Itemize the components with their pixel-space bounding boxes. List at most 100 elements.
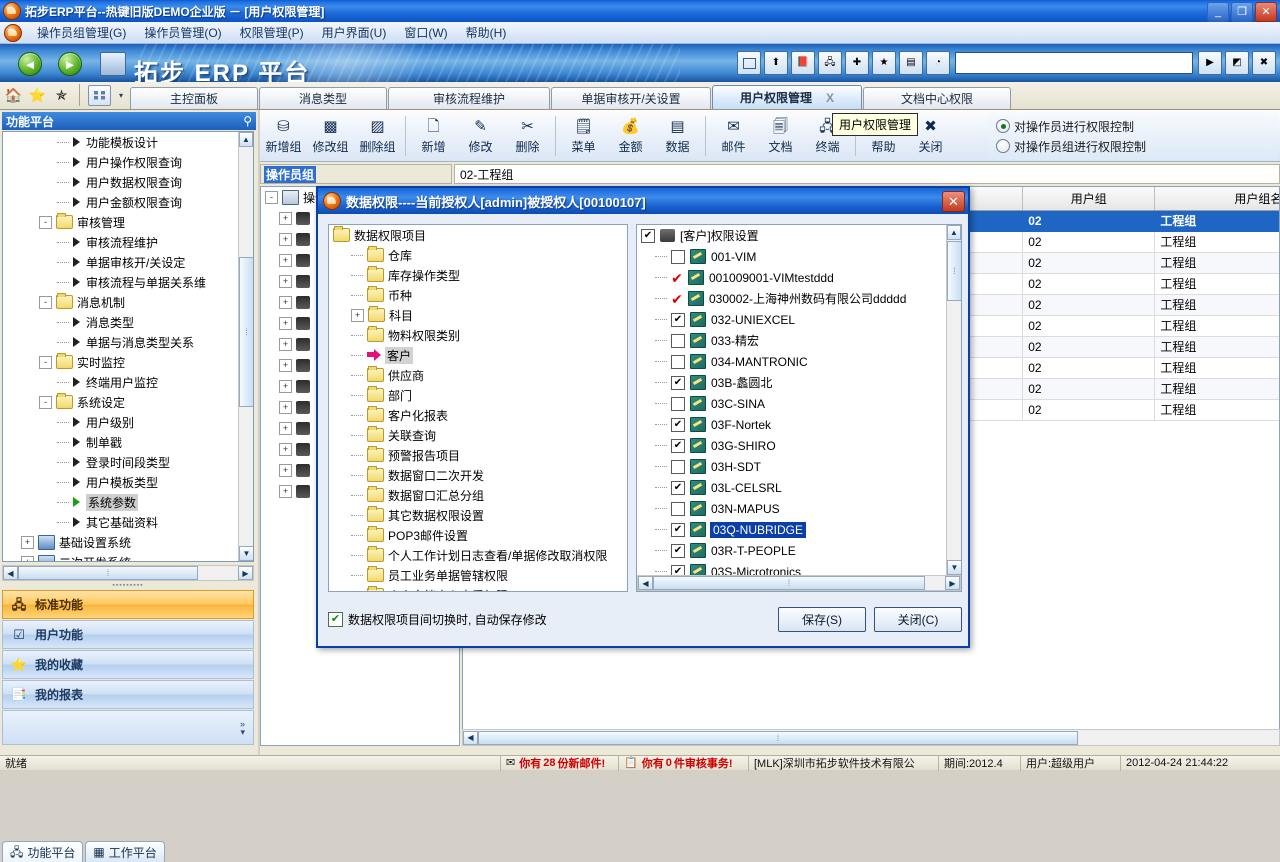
checkbox-icon[interactable]: ✔ <box>671 481 685 495</box>
permission-list-item[interactable]: ✔03G-SHIRO <box>637 435 945 456</box>
tree-node[interactable]: 用户操作权限查询 <box>3 152 239 172</box>
ribbon-button-删除组[interactable]: ▨删除组 <box>354 112 401 160</box>
permission-list-vscrollbar[interactable]: ▲ ⁞ ▼ <box>946 225 961 575</box>
expander-icon[interactable]: - <box>39 216 52 229</box>
permission-list-item[interactable]: ✔03F-Nortek <box>637 414 945 435</box>
ribbon-button-邮件[interactable]: ✉邮件 <box>710 112 757 160</box>
book-icon[interactable]: 📕 <box>791 51 815 75</box>
function-tree-vscrollbar[interactable]: ▲ ⁞ ▼ <box>238 132 253 561</box>
function-tree[interactable]: 功能模板设计用户操作权限查询用户数据权限查询用户金额权限查询-审核管理审核流程维… <box>2 131 254 562</box>
tree-node[interactable]: -系统设定 <box>3 392 239 412</box>
scroll-left-icon[interactable]: ◀ <box>3 566 18 580</box>
scroll-up-icon[interactable]: ▲ <box>947 225 961 240</box>
permission-item-node[interactable]: 物料权限类别 <box>329 325 627 345</box>
tree-node[interactable]: 用户级别 <box>3 412 239 432</box>
expander-icon[interactable]: + <box>279 485 292 498</box>
scroll-down-icon[interactable]: ▼ <box>947 560 962 575</box>
tree-node[interactable]: +二次开发系统 <box>3 552 239 562</box>
ribbon-button-新增组[interactable]: ⛁新增组 <box>260 112 307 160</box>
hscroll-thumb[interactable]: ⁞ <box>653 576 925 590</box>
ribbon-button-金额[interactable]: 💰金额 <box>607 112 654 160</box>
expander-icon[interactable]: + <box>21 556 34 563</box>
permission-item-node[interactable]: +科目 <box>329 305 627 325</box>
permission-list-item[interactable]: ✔03R-T-PEOPLE <box>637 540 945 561</box>
expander-icon[interactable]: + <box>279 296 292 309</box>
tree-node[interactable]: 用户模板类型 <box>3 472 239 492</box>
bottom-tab-function-platform[interactable]: 🖧 功能平台 <box>2 841 83 862</box>
tab-bill-audit-switch[interactable]: 单据审核开/关设置 <box>551 87 711 109</box>
ribbon-button-菜单[interactable]: 🗒菜单 <box>560 112 607 160</box>
chevron-down-icon[interactable]: ▾ <box>116 91 126 100</box>
star-icon[interactable]: ★ <box>872 51 896 75</box>
permission-item-node[interactable]: 部门 <box>329 385 627 405</box>
permission-settings-list[interactable]: ✔[客户]权限设置001-VIM✔001009001-VIMtestddd✔03… <box>636 224 962 592</box>
sidebar-item-user-functions[interactable]: ☑ 用户功能 <box>2 620 254 649</box>
tree-node[interactable]: 用户金额权限查询 <box>3 192 239 212</box>
tab-close-icon[interactable]: X <box>826 91 834 105</box>
permission-list-item[interactable]: ✔03B-蠡圆北 <box>637 372 945 393</box>
radio-operator-control[interactable]: 对操作员进行权限控制 <box>996 118 1278 135</box>
menu-item-help[interactable]: 帮助(H) <box>457 22 516 43</box>
sidebar-more-button[interactable]: » ▾ <box>2 710 254 745</box>
add-page-icon[interactable]: ✚ <box>845 51 869 75</box>
tree-node[interactable]: 单据与消息类型关系 <box>3 332 239 352</box>
permission-list-item[interactable]: 001-VIM <box>637 246 945 267</box>
play-icon[interactable]: ▶ <box>1198 51 1222 75</box>
tab-audit-flow[interactable]: 审核流程维护 <box>388 87 550 109</box>
ribbon-button-修改组[interactable]: ▩修改组 <box>307 112 354 160</box>
tree-node[interactable]: 单据审核开/关设定 <box>3 252 239 272</box>
menu-item-permission[interactable]: 权限管理(P) <box>231 22 313 43</box>
scroll-right-icon[interactable]: ▶ <box>945 576 960 590</box>
hscroll-thumb[interactable]: ⁞ <box>478 731 1078 745</box>
column-header[interactable]: 用户组名称 <box>1155 187 1280 210</box>
permission-item-node[interactable]: 员工业务单据管辖权限 <box>329 565 627 585</box>
expander-icon[interactable]: - <box>39 296 52 309</box>
expander-icon[interactable]: + <box>279 380 292 393</box>
expander-icon[interactable]: + <box>21 536 34 549</box>
tree-node[interactable]: 其它基础资料 <box>3 512 239 532</box>
layout-grid-button[interactable] <box>88 85 111 106</box>
permission-item-node[interactable]: 仓库 <box>329 245 627 265</box>
permission-item-node[interactable]: 关联查询 <box>329 425 627 445</box>
tree-node[interactable]: 审核流程维护 <box>3 232 239 252</box>
permission-item-node[interactable]: 个人工作计划日志查看/单据修改取消权限 <box>329 545 627 565</box>
checkbox-icon[interactable]: ✔ <box>671 313 685 327</box>
checkbox-icon[interactable] <box>671 334 685 348</box>
expander-icon[interactable]: + <box>279 359 292 372</box>
status-audit-tasks[interactable]: 📋 你有 0 件审核事务! <box>618 756 748 771</box>
sidebar-item-my-favorites[interactable]: ⭐ 我的收藏 <box>2 650 254 679</box>
sidebar-item-my-reports[interactable]: 📑 我的报表 <box>2 680 254 709</box>
permission-list-item[interactable]: 03N-MAPUS <box>637 498 945 519</box>
permission-item-node[interactable]: 客户 <box>329 345 627 365</box>
permission-list-item[interactable]: 034-MANTRONIC <box>637 351 945 372</box>
tree-node[interactable]: 系统参数 <box>3 492 239 512</box>
checkbox-icon[interactable] <box>671 460 685 474</box>
permission-item-node[interactable]: 供应商 <box>329 365 627 385</box>
scroll-left-icon[interactable]: ◀ <box>463 731 478 745</box>
expander-icon[interactable]: - <box>39 396 52 409</box>
tree-node[interactable]: 登录时间段类型 <box>3 452 239 472</box>
maximize-button[interactable]: ❐ <box>1231 2 1253 22</box>
expander-icon[interactable]: + <box>279 317 292 330</box>
expander-icon[interactable]: + <box>351 309 364 322</box>
expander-icon[interactable]: + <box>279 338 292 351</box>
exit-icon[interactable]: ✖ <box>1252 51 1276 75</box>
permission-list-item[interactable]: 03H-SDT <box>637 456 945 477</box>
permission-list-item[interactable]: ✔032-UNIEXCEL <box>637 309 945 330</box>
checkbox-icon[interactable] <box>671 250 685 264</box>
expander-icon[interactable]: + <box>279 233 292 246</box>
permission-item-node[interactable]: 个人文档中心查看权限 <box>329 585 627 592</box>
checkbox-icon[interactable] <box>671 502 685 516</box>
tree-node[interactable]: 审核流程与单据关系维 <box>3 272 239 292</box>
permission-root-node[interactable]: ✔[客户]权限设置 <box>637 225 945 246</box>
expander-icon[interactable]: + <box>279 443 292 456</box>
scroll-down-icon[interactable]: ▼ <box>239 546 254 561</box>
function-tree-hscrollbar[interactable]: ◀ ⁞ ▶ <box>2 565 254 581</box>
home-icon[interactable]: 🏠 <box>4 86 23 105</box>
checkbox-icon[interactable]: ✔ <box>641 229 655 243</box>
scroll-thumb[interactable]: ⁞ <box>239 257 254 407</box>
permission-list-hscrollbar[interactable]: ◀ ⁞ ▶ <box>637 575 961 591</box>
expander-icon[interactable]: + <box>279 401 292 414</box>
permission-list-item[interactable]: ✔03Q-NUBRIDGE <box>637 519 945 540</box>
hscroll-thumb[interactable]: ⁞ <box>18 566 198 580</box>
